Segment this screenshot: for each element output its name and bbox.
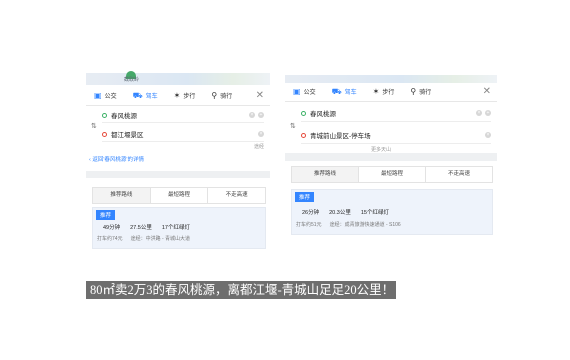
bus-icon: ▣ [94,90,102,100]
clear-icon[interactable]: × [258,131,264,137]
option-no-highway[interactable]: 不走高速 [426,167,492,182]
tab-bus[interactable]: ▣ 公交 [285,87,324,96]
route-result-card[interactable]: 推荐 26分钟 20.3公里 15个红绿灯 打车约51元 途经：成青旅游快速通道… [291,189,493,235]
map-place-label: 截取岭 [124,77,140,83]
route-summary: 26分钟 20.3公里 15个红绿灯 [302,210,389,216]
travel-mode-tabs: ▣ 公交 ⛟ 驾车 ✶ 步行 ⚲ 骑行 ✕ [285,82,497,102]
close-icon[interactable]: ✕ [483,86,491,97]
end-field[interactable]: 都江堰景区 × [102,127,264,142]
route-details: 打车约74元 途经：中洪路 - 青城山大道 [97,236,191,242]
route-details: 打车约51元 途经：成青旅游快速通道 - S106 [296,222,401,228]
start-field[interactable]: 春风桃源 × + [102,108,264,123]
tab-drive[interactable]: ⛟ 驾车 [324,87,365,96]
tab-walk[interactable]: ✶ 步行 [166,91,204,100]
tab-drive[interactable]: ⛟ 驾车 [125,91,166,100]
car-icon: ⛟ [331,86,342,96]
swap-icon[interactable]: ⇅ [91,122,97,130]
start-dot-icon [102,112,107,118]
right-route-panel: ▣ 公交 ⛟ 驾车 ✶ 步行 ⚲ 骑行 ✕ ⇅ 春风桃源 × + 青城前山景区-停车场 ×… [285,73,497,241]
tab-bike[interactable]: ⚲ 骑行 [402,87,439,96]
bike-icon: ⚲ [410,86,417,96]
end-dot-icon [301,132,306,138]
end-field[interactable]: 青城前山景区-停车场 × [301,127,491,144]
tab-walk[interactable]: ✶ 步行 [365,87,403,96]
start-field[interactable]: 春风桃源 × + [301,105,491,122]
route-summary: 49分钟 27.5公里 17个红绿灯 [103,225,190,231]
route-inputs: ⇅ 春风桃源 × + 青城前山景区-停车场 × [285,102,497,152]
option-shortest[interactable]: 最短路程 [151,188,209,203]
clear-icon[interactable]: × [476,110,482,116]
divider-band [86,171,270,178]
bus-icon: ▣ [293,86,301,96]
option-no-highway[interactable]: 不走高速 [208,188,265,203]
caption-banner: 80㎡卖2万3的春风桃源，离都江堰-青城山足足20公里！ [86,281,396,299]
route-options: 推荐路线 最短路程 不走高速 [92,187,266,204]
back-to-details-link[interactable]: ‹ 返回'春风桃源'的详情 [89,155,144,163]
map-strip [86,73,270,85]
walk-icon: ✶ [173,90,181,100]
option-recommended[interactable]: 推荐路线 [292,167,359,182]
option-shortest[interactable]: 最短路程 [359,167,426,182]
close-icon[interactable]: ✕ [256,90,264,101]
swap-icon[interactable]: ⇅ [290,122,296,130]
recommend-badge: 推荐 [295,192,315,202]
clear-icon[interactable]: × [485,132,491,138]
recommend-badge: 推荐 [96,210,116,220]
tab-bus[interactable]: ▣ 公交 [86,91,125,100]
car-icon: ⛟ [132,90,143,100]
bike-icon: ⚲ [211,90,218,100]
divider-band [285,153,497,161]
add-icon[interactable]: + [485,110,491,116]
option-recommended[interactable]: 推荐路线 [93,188,151,203]
travel-mode-tabs: ▣ 公交 ⛟ 驾车 ✶ 步行 ⚲ 骑行 ✕ [86,86,270,106]
route-result-card[interactable]: 推荐 49分钟 27.5公里 17个红绿灯 打车约74元 途经：中洪路 - 青城… [92,207,266,249]
start-dot-icon [301,110,306,116]
route-inputs: ⇅ 春风桃源 × + 都江堰景区 × 途经 [86,106,270,150]
tab-bike[interactable]: ⚲ 骑行 [203,91,240,100]
via-label: 途经 [253,144,264,150]
end-dot-icon [102,131,107,137]
left-route-panel: 截取岭 ▣ 公交 ⛟ 驾车 ✶ 步行 ⚲ 骑行 ✕ ⇅ 春风桃源 × + 都江堰景区 × … [86,71,270,251]
add-icon[interactable]: + [258,112,264,118]
route-options: 推荐路线 最短路程 不走高速 [291,166,493,183]
walk-icon: ✶ [372,86,380,96]
clear-icon[interactable]: × [249,112,255,118]
map-place-label: 更多天山 [371,147,392,153]
